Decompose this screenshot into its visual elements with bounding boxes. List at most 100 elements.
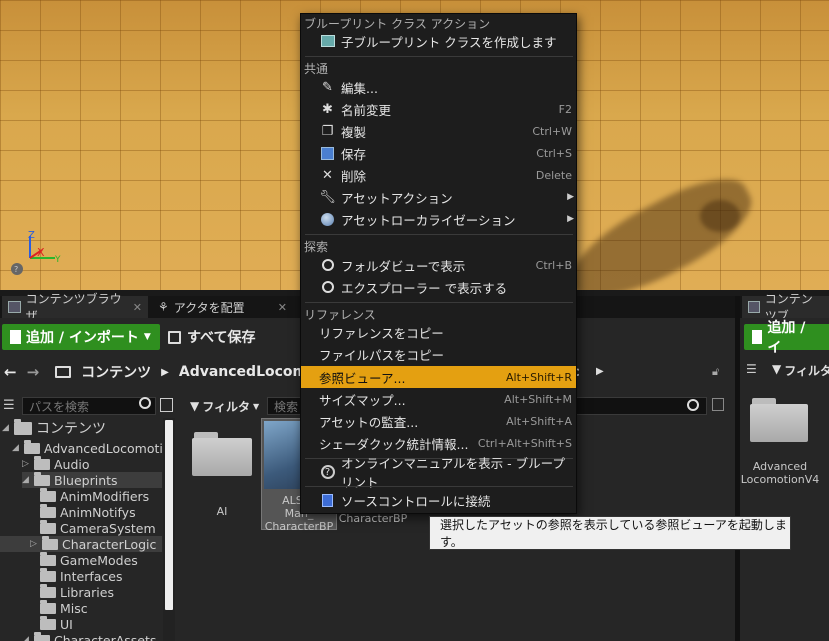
menu-item-audit-assets[interactable]: アセットの監査... Alt+Shift+A [301, 410, 576, 432]
tree-item-label: CameraSystem [60, 520, 156, 536]
new-document-icon [10, 330, 21, 344]
menu-item-show-in-explorer[interactable]: エクスプローラー で表示する [301, 276, 576, 298]
tree-item-gamemodes[interactable]: GameModes [40, 551, 138, 568]
collapse-arrow-icon: ▷ [30, 539, 37, 549]
breadcrumb-folder[interactable]: AdvancedLocomo [179, 364, 317, 380]
submenu-arrow-icon: ▶ [567, 192, 574, 202]
source-control-icon [320, 493, 335, 508]
menu-item-online-manual[interactable]: ? オンラインマニュアルを表示 - ブループリント [301, 456, 576, 490]
menu-item-shader-cook-stats[interactable]: シェーダクック統計情報... Ctrl+Alt+Shift+S [301, 432, 576, 454]
tooltip: 選択したアセットの参照を表示している参照ビューアを起動します。 [429, 516, 791, 550]
tree-item-blueprints[interactable]: ◢ Blueprints [22, 471, 162, 488]
tree-scrollbar-thumb[interactable] [165, 420, 173, 610]
tree-item-characterlogic[interactable]: ▷ CharacterLogic [0, 535, 162, 552]
save-icon [168, 330, 181, 344]
expand-arrow-icon: ◢ [22, 635, 29, 641]
tree-item-label: Libraries [60, 584, 114, 600]
menu-item-create-child-blueprint[interactable]: 子ブループリント クラスを作成します [301, 30, 576, 52]
tree-item-label: CharacterAssets [54, 632, 157, 641]
folder-icon [55, 366, 72, 378]
tree-item-audio[interactable]: ▷ Audio [22, 455, 90, 472]
tree-item-animnotifys[interactable]: AnimNotifys [40, 503, 136, 520]
breadcrumb-root[interactable]: コンテンツ [81, 362, 151, 382]
tree-item-root[interactable]: ◢ コンテンツ [2, 418, 106, 437]
menu-item-edit[interactable]: ✎ 編集... [301, 76, 576, 98]
folder-icon [42, 535, 58, 550]
asset-label-line3: CharacterBP [264, 520, 334, 533]
path-search-input[interactable]: パスを検索 [22, 397, 156, 415]
tree-item-interfaces[interactable]: Interfaces [40, 567, 122, 584]
menu-item-asset-actions[interactable]: 🔧︎ アセットアクション ▶ [301, 186, 576, 208]
menu-item-delete[interactable]: ✕ 削除 Delete [301, 164, 576, 186]
folder-icon [34, 455, 50, 470]
tree-item-animmodifiers[interactable]: AnimModifiers [40, 487, 149, 504]
character-shadow-head [700, 200, 740, 232]
folder-icon [34, 631, 50, 641]
tree-item-label: AnimNotifys [60, 504, 136, 520]
menu-item-rename[interactable]: ✱ 名前変更 F2 [301, 98, 576, 120]
tab-content-browser[interactable]: コンテンツブラウザ ✕ [2, 292, 148, 323]
add-import-button[interactable]: 追加 / インポート ▼ [2, 324, 160, 350]
menu-item-show-in-folder-view[interactable]: フォルダビューで表示 Ctrl+B [301, 254, 576, 276]
pencil-icon: ✎ [322, 79, 333, 95]
menu-item-reference-viewer[interactable]: 参照ビューア... Alt+Shift+R [301, 366, 576, 388]
filter-button[interactable]: ▼ フィルタ ▼ [190, 398, 259, 414]
tab-content-browser-2[interactable]: コンテンツブ [742, 292, 829, 323]
asset-folder-ai[interactable] [192, 430, 252, 476]
close-icon[interactable]: ✕ [278, 301, 287, 314]
tree-item-ui[interactable]: UI [40, 615, 73, 632]
menu-item-copy-reference[interactable]: リファレンスをコピー [301, 321, 576, 343]
tab-place-actors[interactable]: ⚘ アクタを配置 ✕ [152, 296, 296, 318]
asset-folder-advanced-locomotion[interactable] [750, 396, 808, 442]
folder-icon [24, 439, 40, 454]
folder-icon [40, 583, 56, 598]
tree-item-label: Misc [60, 600, 88, 616]
close-icon[interactable]: ✕ [133, 301, 142, 314]
forward-arrow-icon[interactable]: → [27, 363, 40, 381]
rename-icon: ✱ [322, 101, 333, 117]
menu-item-asset-localization[interactable]: アセットローカライゼーション ▶ [301, 208, 576, 230]
add-import-button-2[interactable]: 追加 / イ [744, 320, 829, 356]
sources-toggle-icon[interactable]: ☰ [3, 398, 15, 413]
back-arrow-icon[interactable]: ← [4, 363, 17, 381]
axis-x-label: X [37, 246, 45, 259]
folder-icon [40, 551, 56, 566]
tree-item-characterassets[interactable]: ◢ CharacterAssets [22, 631, 157, 641]
save-all-button[interactable]: すべて保存 [168, 324, 255, 350]
breadcrumb-chevron-icon[interactable]: ▶ [596, 366, 604, 377]
svg-text:?: ? [14, 265, 18, 274]
content-browser-panel-2: 追加 / イ ☰ ▼ フィルタ Advanced LocomotionV4 [740, 318, 829, 641]
folder-icon [40, 599, 56, 614]
search-icon[interactable] [139, 397, 151, 409]
folder-icon [40, 567, 56, 582]
context-menu: ブループリント クラス アクション 子ブループリント クラスを作成します 共通 … [300, 13, 577, 514]
menu-item-copy-file-path[interactable]: ファイルパスをコピー [301, 343, 576, 365]
lock-icon[interactable]: 🔓︎ [712, 365, 719, 379]
content-browser-icon [748, 301, 760, 313]
tree-item-misc[interactable]: Misc [40, 599, 88, 616]
folder-icon [40, 503, 56, 518]
tooltip-text: 選択したアセットの参照を表示している参照ビューアを起動します。 [440, 518, 787, 549]
folder-icon [40, 487, 56, 502]
sources-toggle-icon[interactable]: ☰ [746, 362, 757, 376]
folder-icon [40, 519, 56, 534]
filter-label: フィルタ [202, 399, 250, 414]
tree-item-advancedlocomotion[interactable]: ◢ AdvancedLocomotion [12, 439, 162, 456]
blueprint-icon [320, 34, 335, 49]
axis-gizmo: Z X Y ? [11, 230, 61, 275]
tree-item-libraries[interactable]: Libraries [40, 583, 114, 600]
menu-item-connect-source-control[interactable]: ソースコントロールに接続 [301, 489, 576, 511]
menu-separator [305, 486, 573, 487]
menu-item-size-map[interactable]: サイズマップ... Alt+Shift+M [301, 388, 576, 410]
magnifier-icon [320, 280, 335, 295]
tree-item-camerasystem[interactable]: CameraSystem [40, 519, 156, 536]
help-icon: ? [320, 465, 335, 480]
save-search-icon[interactable] [712, 398, 724, 411]
search-icon[interactable] [687, 399, 699, 411]
view-options-icon[interactable] [160, 398, 173, 412]
menu-section-common: 共通 [304, 62, 329, 76]
menu-item-save[interactable]: 保存 Ctrl+S [301, 142, 576, 164]
menu-item-duplicate[interactable]: ❐ 複製 Ctrl+W [301, 120, 576, 142]
tree-item-label: AdvancedLocomotion [44, 440, 162, 456]
filter-button-2[interactable]: ▼ フィルタ [772, 362, 829, 379]
